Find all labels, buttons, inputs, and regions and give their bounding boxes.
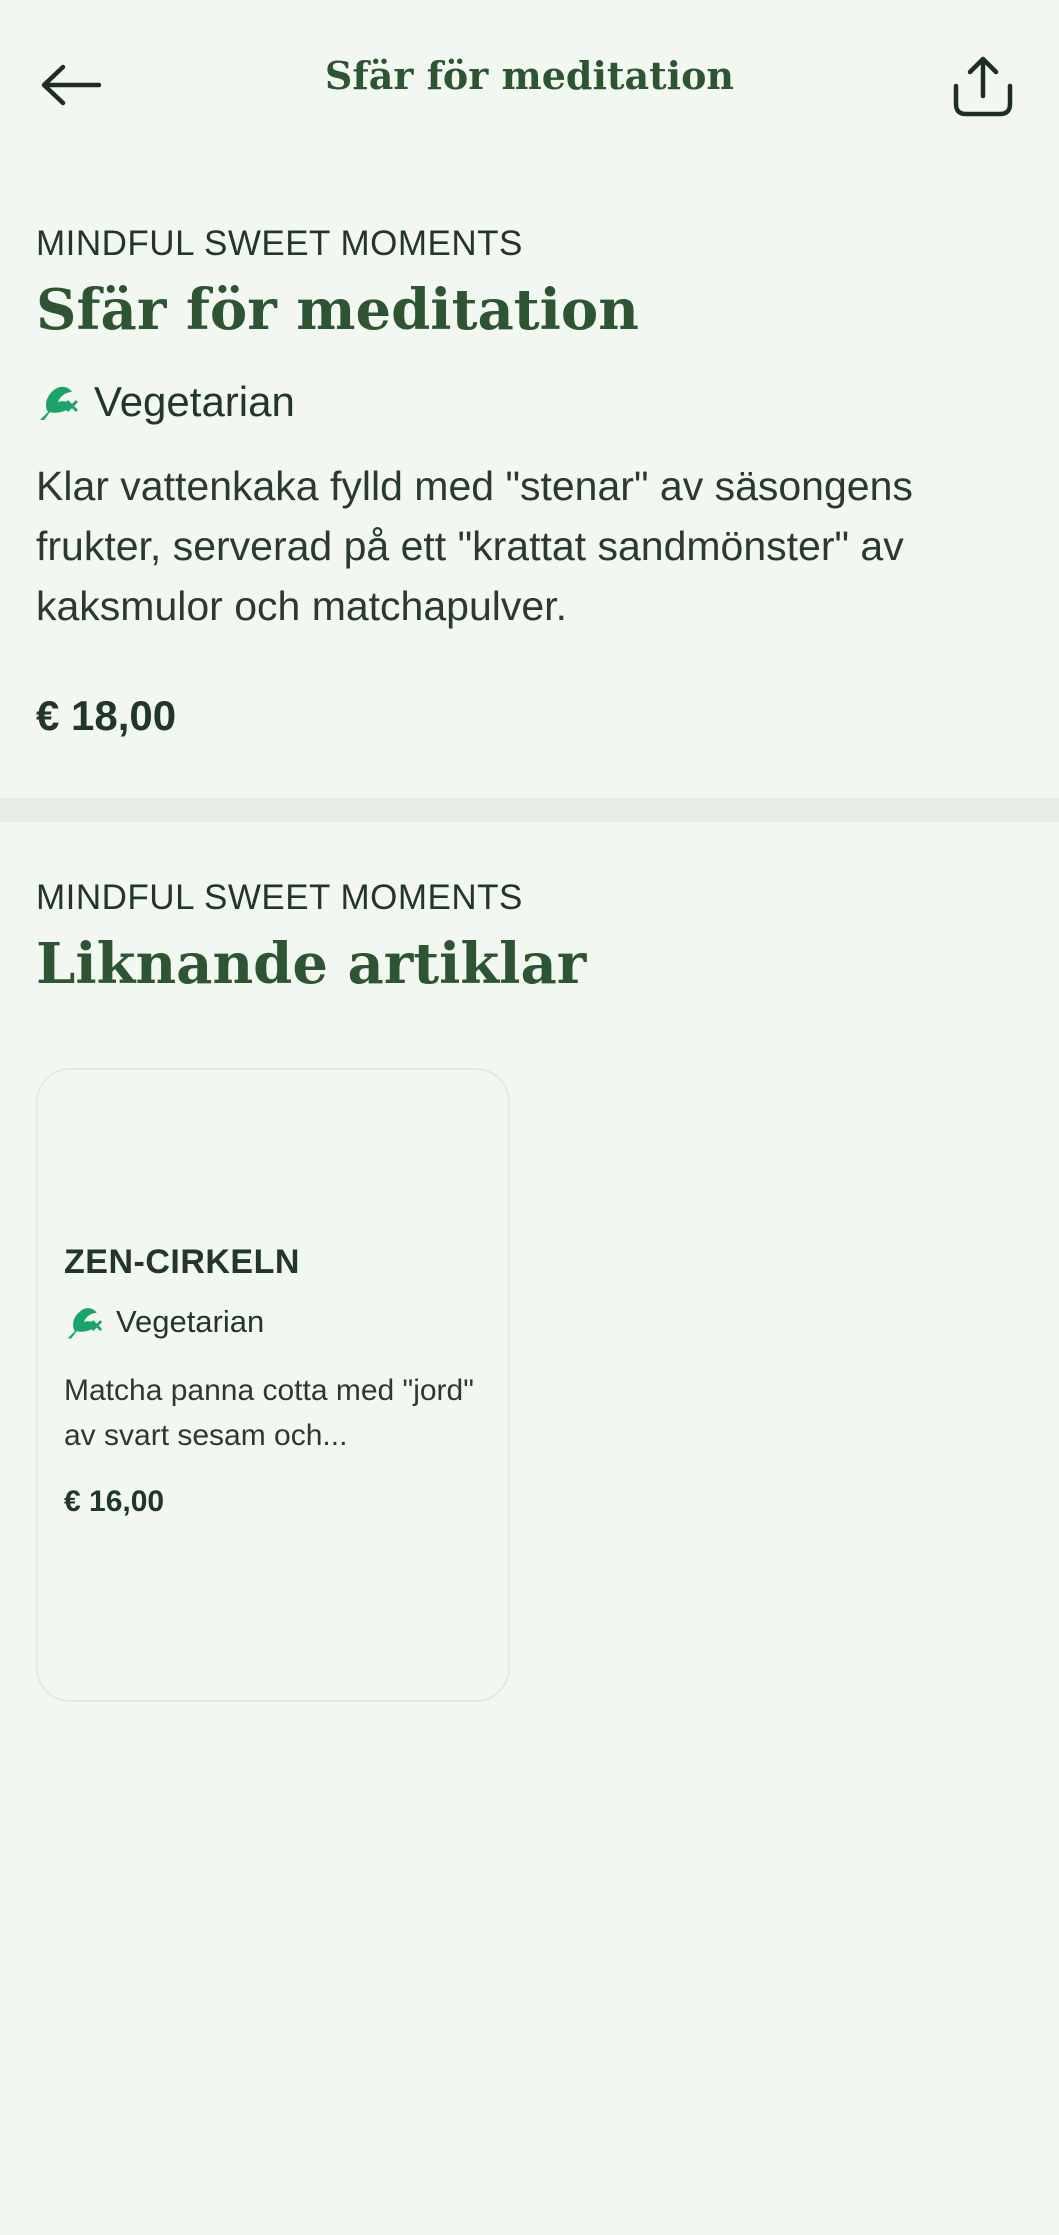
similar-section: MINDFUL SWEET MOMENTS Liknande artiklar [36, 874, 1026, 1000]
header-title: Sfär för meditation [324, 53, 735, 98]
vegetarian-icon [36, 380, 80, 424]
share-icon [953, 56, 1013, 117]
diet-label: Vegetarian [94, 378, 295, 425]
product-title: Sfär för meditation [36, 277, 639, 343]
product-description: Klar vattenkaka fylld med "stenar" av sä… [36, 463, 913, 629]
product-price: € 18,00 [36, 692, 177, 739]
similar-item-card[interactable]: ZEN-CIRKELN Vegetarian Matcha panna cott… [36, 1068, 510, 1702]
card-content: ZEN-CIRKELN Vegetarian Matcha panna cott… [64, 1240, 484, 1522]
product-category: MINDFUL SWEET MOMENTS [36, 224, 523, 263]
similar-category: MINDFUL SWEET MOMENTS [36, 878, 523, 917]
similar-title: Liknande artiklar [36, 931, 587, 997]
product-details: MINDFUL SWEET MOMENTS Sfär för meditatio… [36, 220, 1026, 744]
share-button[interactable] [943, 46, 1023, 126]
card-title: ZEN-CIRKELN [64, 1243, 300, 1281]
section-divider [0, 798, 1059, 822]
vegetarian-icon [64, 1302, 104, 1342]
diet-badge: Vegetarian [36, 372, 1026, 432]
top-bar: Sfär för meditation [0, 0, 1059, 160]
card-description: Matcha panna cotta med "jord" av svart s… [64, 1374, 474, 1452]
card-price: € 16,00 [64, 1485, 165, 1518]
card-diet-label: Vegetarian [116, 1304, 265, 1339]
card-diet-badge: Vegetarian [64, 1298, 484, 1346]
